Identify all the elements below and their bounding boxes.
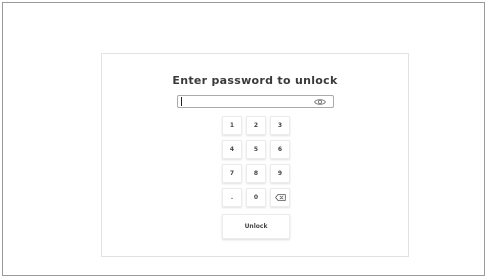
screen-frame: Enter password to unlock 1 2 3 4 5 6 7 8… [2, 2, 485, 276]
unlock-dialog: Enter password to unlock 1 2 3 4 5 6 7 8… [101, 53, 409, 257]
key-8[interactable]: 8 [246, 164, 266, 183]
eye-icon[interactable] [314, 98, 326, 106]
key-dot[interactable]: . [222, 188, 242, 207]
key-0[interactable]: 0 [246, 188, 266, 207]
key-6[interactable]: 6 [270, 140, 290, 159]
key-2[interactable]: 2 [246, 116, 266, 135]
key-1[interactable]: 1 [222, 116, 242, 135]
backspace-key[interactable] [270, 188, 290, 207]
text-caret [181, 97, 182, 106]
unlock-button[interactable]: Unlock [222, 214, 290, 239]
password-input[interactable] [183, 96, 308, 107]
key-5[interactable]: 5 [246, 140, 266, 159]
key-7[interactable]: 7 [222, 164, 242, 183]
dialog-title: Enter password to unlock [172, 74, 338, 87]
key-4[interactable]: 4 [222, 140, 242, 159]
password-field[interactable] [177, 95, 334, 108]
key-3[interactable]: 3 [270, 116, 290, 135]
backspace-icon [274, 194, 286, 201]
key-9[interactable]: 9 [270, 164, 290, 183]
